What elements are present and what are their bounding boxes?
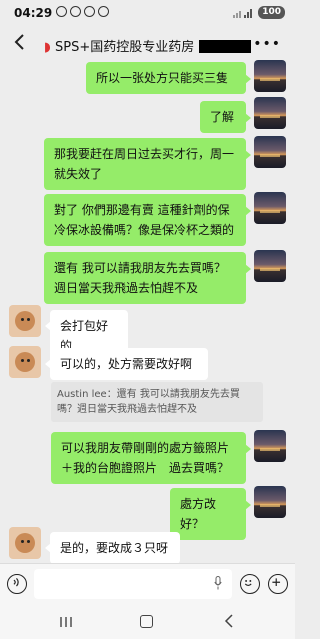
notification-icon bbox=[70, 6, 81, 17]
avatar[interactable] bbox=[254, 486, 286, 518]
navigation-bar bbox=[0, 604, 295, 639]
message-bubble[interactable]: 是的，要改成３只呀 bbox=[45, 532, 180, 564]
message-bubble[interactable]: 可以我朋友帶剛剛的處方籤照片＋我的台胞證照片 過去買嗎？ bbox=[51, 432, 251, 484]
chat-title: ◗ SPS+国药控股专业药房 bbox=[44, 36, 252, 55]
avatar[interactable] bbox=[254, 192, 286, 224]
avatar[interactable] bbox=[254, 60, 286, 92]
avatar[interactable] bbox=[254, 97, 286, 129]
avatar[interactable] bbox=[254, 136, 286, 168]
avatar[interactable] bbox=[9, 527, 41, 559]
battery-icon: 100 bbox=[258, 6, 285, 19]
microphone-icon[interactable] bbox=[214, 576, 222, 590]
chat-header: ◗ SPS+国药控股专业药房 ••• bbox=[0, 26, 295, 60]
status-bar: 04:29 100 bbox=[0, 0, 295, 26]
nav-back-icon[interactable] bbox=[224, 614, 234, 628]
recent-apps-icon[interactable] bbox=[60, 616, 72, 628]
message-input[interactable] bbox=[34, 569, 232, 599]
status-time: 04:29 bbox=[14, 6, 53, 20]
voice-toggle-icon[interactable] bbox=[7, 574, 27, 594]
back-arrow-icon[interactable] bbox=[10, 32, 30, 52]
message-bubble[interactable]: 可以的，处方需要改好啊 bbox=[45, 348, 208, 380]
signal-icon bbox=[233, 8, 253, 18]
input-bar bbox=[0, 563, 295, 604]
notification-icon bbox=[84, 6, 95, 17]
message-bubble[interactable]: 所以一张处方只能买三隻 bbox=[86, 62, 251, 94]
avatar[interactable] bbox=[9, 346, 41, 378]
avatar[interactable] bbox=[254, 250, 286, 282]
avatar[interactable] bbox=[9, 305, 41, 337]
notification-icons bbox=[56, 6, 109, 17]
redacted-block bbox=[199, 40, 252, 53]
message-bubble[interactable]: 對了 你們那邊有賣 這種針劑的保冷保冰設備嗎？像是保冷杯之類的 bbox=[44, 194, 251, 246]
notification-icon bbox=[98, 6, 109, 17]
home-icon[interactable] bbox=[140, 615, 153, 628]
emoji-icon[interactable] bbox=[240, 574, 260, 594]
watermelon-icon: ◗ bbox=[44, 40, 51, 55]
chat-title-text: SPS+国药控股专业药房 bbox=[55, 40, 195, 55]
message-bubble[interactable]: 處方改好？ bbox=[170, 488, 251, 540]
more-options-icon[interactable]: ••• bbox=[253, 36, 281, 52]
quoted-message[interactable]: Austin lee：還有 我可以請我朋友先去買嗎？週日當天我飛過去怕趕不及 bbox=[51, 382, 263, 422]
notification-icon bbox=[56, 6, 67, 17]
message-bubble[interactable]: 那我要赶在周日过去买才行，周一就失效了 bbox=[44, 138, 251, 190]
avatar[interactable] bbox=[254, 430, 286, 462]
message-bubble[interactable]: 還有 我可以請我朋友先去買嗎？週日當天我飛過去怕趕不及 bbox=[44, 252, 251, 304]
message-bubble[interactable]: 了解 bbox=[200, 101, 251, 133]
status-right: 100 bbox=[232, 6, 285, 19]
add-attachment-icon[interactable] bbox=[268, 574, 288, 594]
